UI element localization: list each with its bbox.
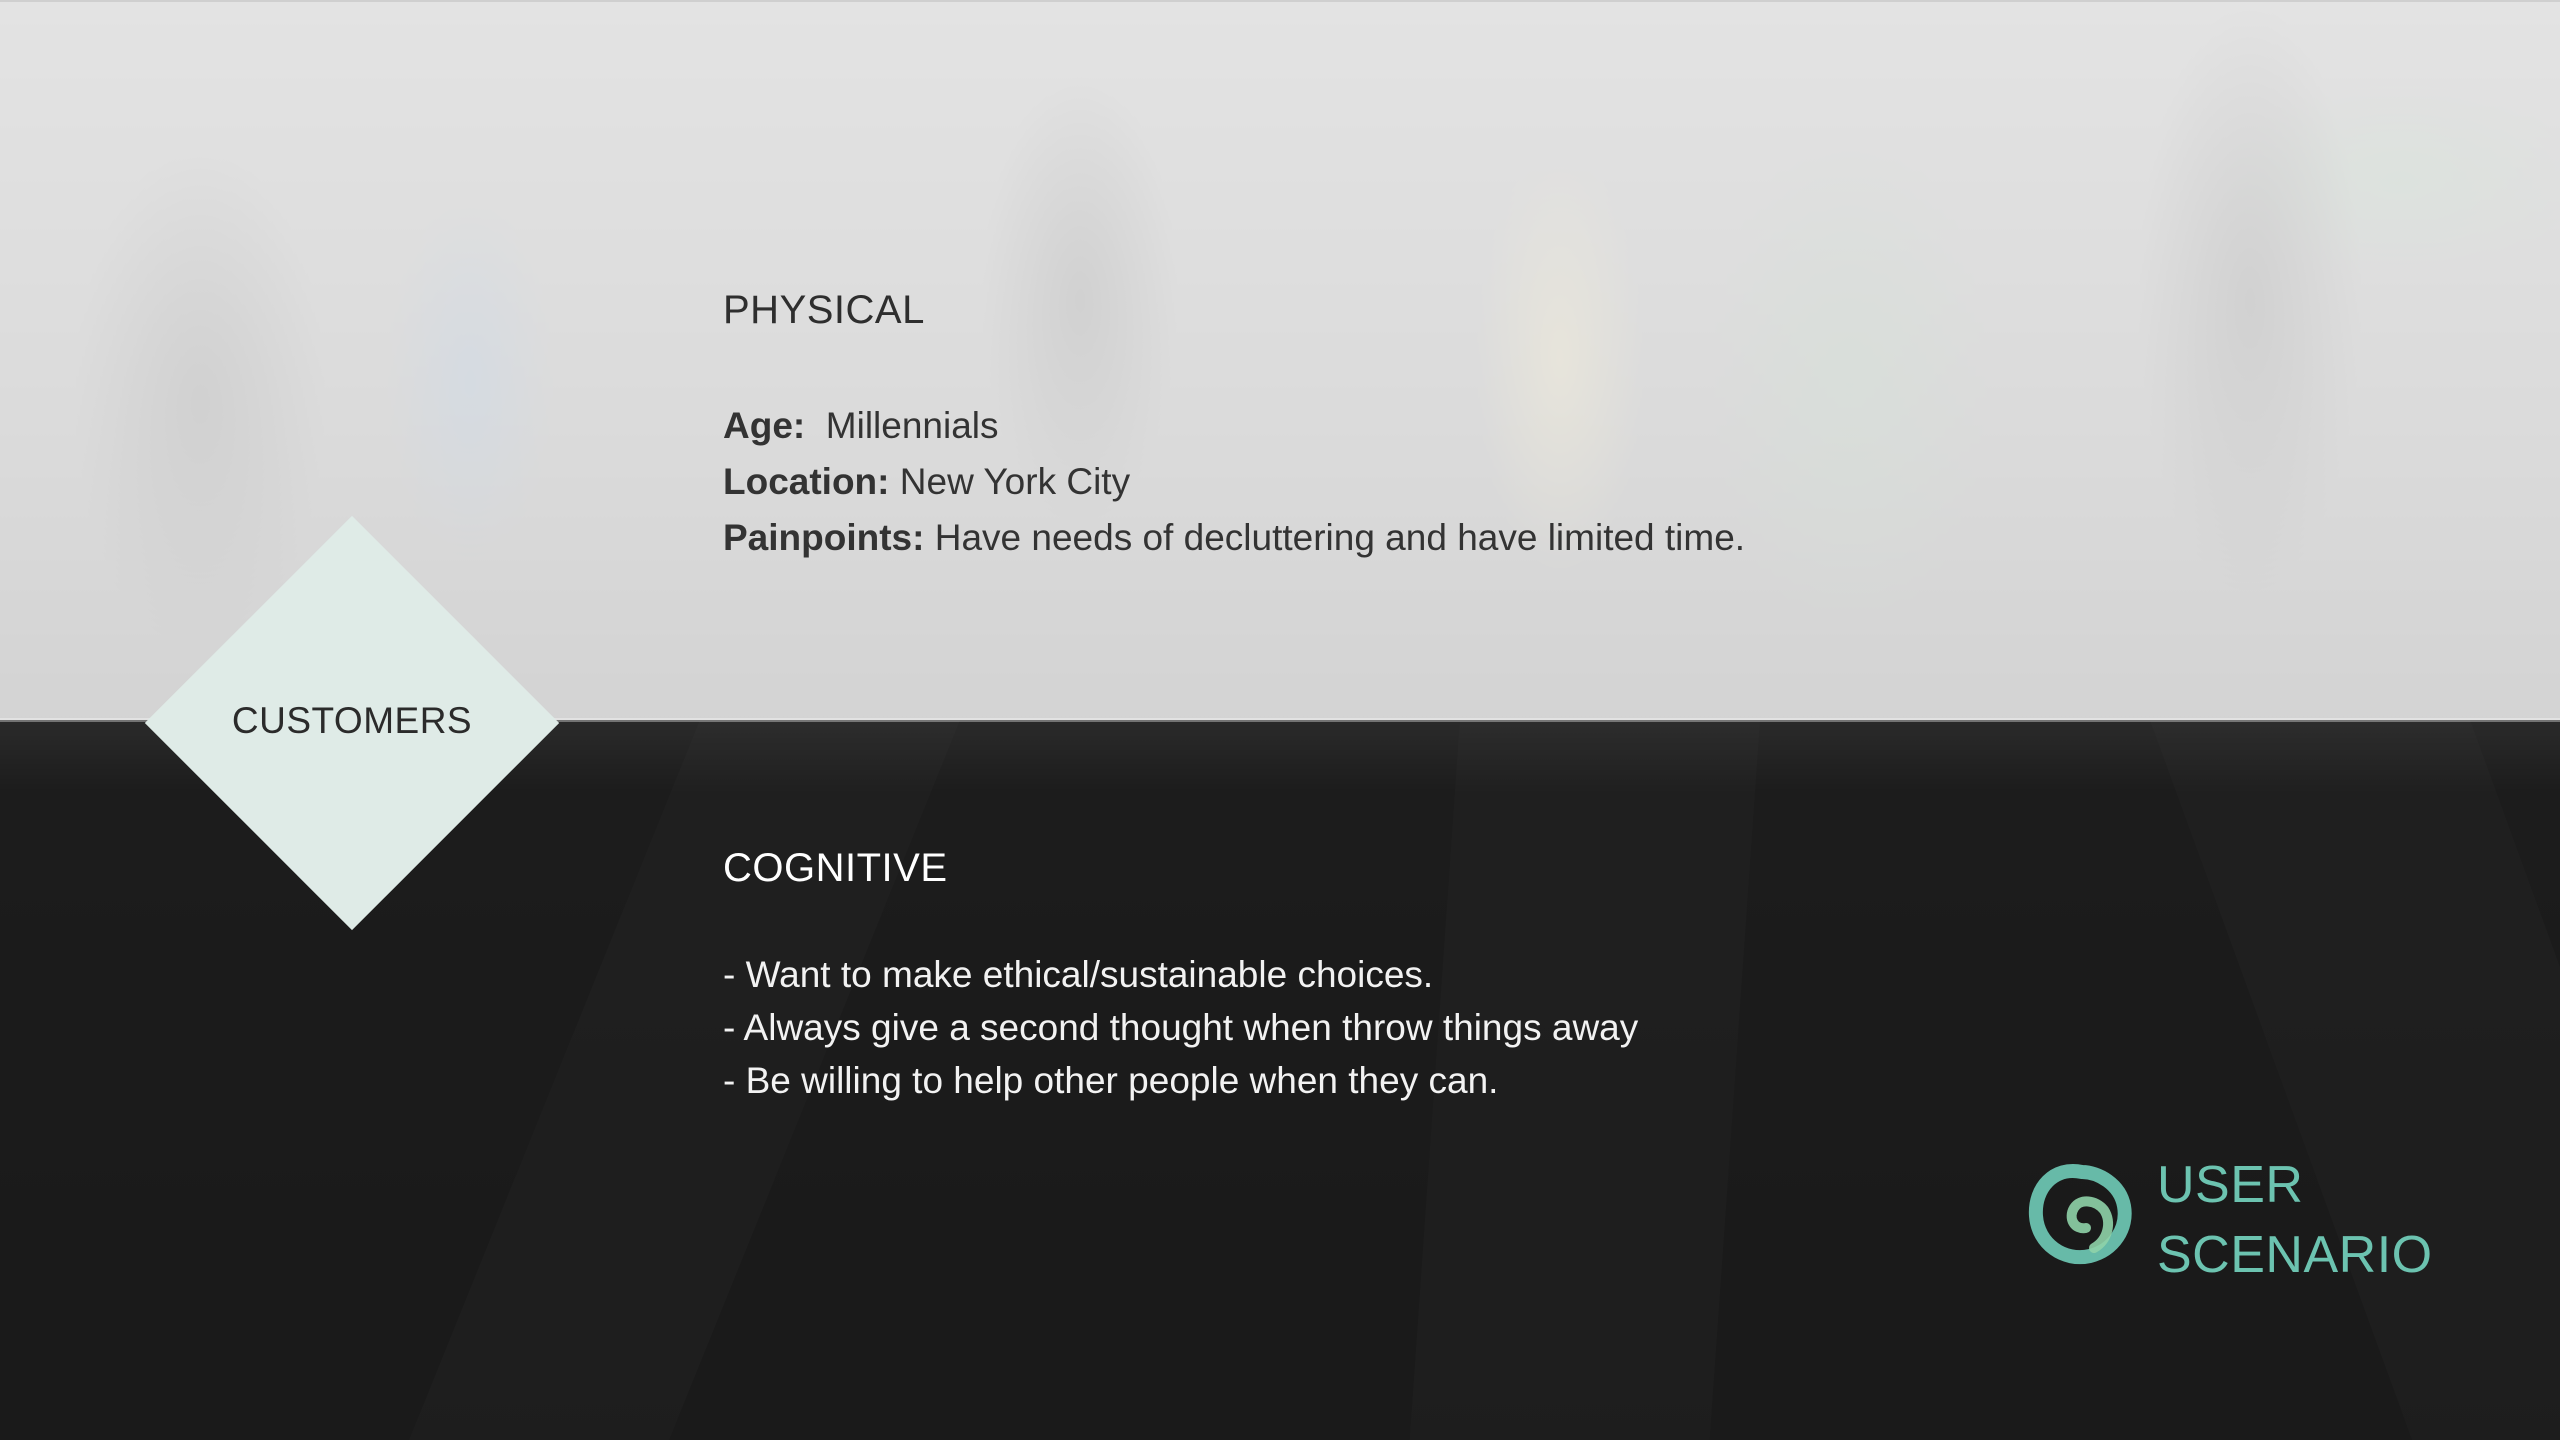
attribute-key: Location: bbox=[723, 461, 890, 502]
attribute-value: New York City bbox=[899, 461, 1131, 502]
physical-attributes: Age: Millennials Location: New York City… bbox=[723, 398, 1745, 566]
attribute-value: Have needs of decluttering and have limi… bbox=[934, 517, 1746, 558]
physical-title: PHYSICAL bbox=[723, 288, 925, 332]
brand-title: USER SCENARIO bbox=[2157, 1150, 2433, 1290]
attribute-key: Age: bbox=[723, 405, 806, 446]
brand-line-2: SCENARIO bbox=[2157, 1226, 2433, 1284]
attribute-row-age: Age: Millennials bbox=[723, 398, 1745, 454]
attribute-row-painpoints: Painpoints: Have needs of decluttering a… bbox=[723, 510, 1745, 566]
list-item: - Want to make ethical/sustainable choic… bbox=[723, 954, 1434, 995]
customers-label: CUSTOMERS bbox=[231, 700, 473, 741]
brand-mark: USER SCENARIO bbox=[2024, 1150, 2464, 1290]
loop-logo-icon bbox=[2028, 1164, 2132, 1265]
attribute-value: Millennials bbox=[825, 405, 999, 446]
list-item: - Be willing to help other people when t… bbox=[723, 1060, 1499, 1101]
attribute-key: Painpoints: bbox=[723, 517, 925, 558]
top-border bbox=[0, 0, 2560, 2]
cognitive-title: COGNITIVE bbox=[723, 846, 948, 890]
slide: CUSTOMERS PHYSICAL Age: Millennials Loca… bbox=[0, 0, 2560, 1440]
list-item: - Always give a second thought when thro… bbox=[723, 1007, 1639, 1048]
cognitive-list: - Want to make ethical/sustainable choic… bbox=[723, 948, 1638, 1107]
brand-line-1: USER bbox=[2157, 1156, 2304, 1214]
attribute-row-location: Location: New York City bbox=[723, 454, 1745, 510]
